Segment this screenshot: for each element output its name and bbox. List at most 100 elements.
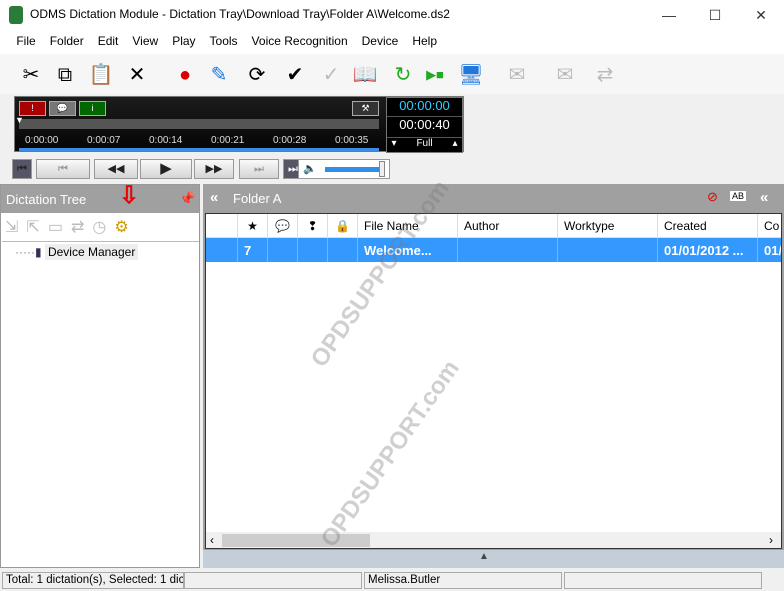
- panel-header: « Folder A ⊘ AB «: [203, 184, 784, 212]
- pending-icon[interactable]: ✓: [316, 60, 346, 90]
- table-cell[interactable]: Welcome...: [358, 238, 458, 262]
- volume-icon: 🔈: [303, 163, 317, 175]
- convert-icon[interactable]: ⟳: [242, 60, 272, 90]
- timeline-tick-label: 0:00:07: [87, 135, 121, 146]
- speed-up-button[interactable]: ▴: [448, 138, 462, 152]
- maximize-button[interactable]: ☐: [692, 0, 738, 30]
- column-header[interactable]: Worktype: [558, 214, 658, 238]
- menu-voice-recognition[interactable]: Voice Recognition: [245, 30, 355, 52]
- email-icon[interactable]: ✉: [502, 60, 532, 90]
- copy-icon[interactable]: ⧉: [50, 60, 80, 90]
- panel-header: Dictation Tree 📌: [1, 185, 199, 213]
- table-cell[interactable]: [328, 238, 358, 262]
- menu-help[interactable]: Help: [405, 30, 444, 52]
- speed-value: Full: [416, 138, 433, 149]
- timeline-tick-label: 0:00:35: [335, 135, 369, 146]
- next-button[interactable]: ⏭: [239, 159, 279, 179]
- record-icon[interactable]: ●: [170, 60, 200, 90]
- autotext-off-icon[interactable]: AB: [730, 191, 747, 201]
- column-header[interactable]: [206, 214, 238, 238]
- collapse-left-icon[interactable]: «: [210, 189, 218, 206]
- comment-icon[interactable]: 💬: [49, 101, 76, 116]
- delete-icon[interactable]: ✕: [122, 60, 152, 90]
- app-icon: [9, 6, 23, 24]
- clock-icon[interactable]: ◷: [92, 219, 114, 236]
- column-header[interactable]: ❢: [298, 214, 328, 238]
- splitter-bar[interactable]: ▲: [203, 550, 784, 568]
- play-button[interactable]: ▶: [140, 159, 192, 179]
- scroll-left-icon[interactable]: ‹: [210, 533, 214, 547]
- paste-icon[interactable]: 📋: [86, 60, 116, 90]
- table-cell[interactable]: [458, 238, 558, 262]
- volume-control: 🔈: [298, 159, 390, 179]
- table-cell[interactable]: [558, 238, 658, 262]
- table-cell[interactable]: 01/01/2012 ...: [658, 238, 758, 262]
- priority-icon[interactable]: !: [19, 101, 46, 116]
- device-icon[interactable]: ▭: [48, 219, 71, 236]
- menu-play[interactable]: Play: [165, 30, 202, 52]
- table-cell[interactable]: 7: [238, 238, 268, 262]
- timeline-tick-label: 0:00:28: [273, 135, 307, 146]
- table-cell[interactable]: [206, 238, 238, 262]
- device-icon: ▮: [34, 245, 42, 259]
- status-bar: Total: 1 dictation(s), Selected: 1 dic M…: [0, 570, 784, 591]
- menu-tools[interactable]: Tools: [203, 30, 245, 52]
- scroll-thumb[interactable]: [222, 534, 370, 547]
- position-slider[interactable]: [19, 119, 379, 129]
- fast-forward-button[interactable]: ▶▶: [194, 159, 234, 179]
- upload-icon[interactable]: ⇱: [26, 219, 47, 236]
- column-header[interactable]: Author: [458, 214, 558, 238]
- sd-msd-icon[interactable]: ⇄: [71, 219, 92, 236]
- refresh-icon[interactable]: ↻: [388, 60, 418, 90]
- info-icon[interactable]: i: [79, 101, 106, 116]
- volume-slider[interactable]: [325, 167, 383, 172]
- sync-icon[interactable]: ⇄: [590, 60, 620, 90]
- table-cell[interactable]: [298, 238, 328, 262]
- column-header[interactable]: 🔒: [328, 214, 358, 238]
- previous-button[interactable]: ⏮: [36, 159, 90, 179]
- rewind-button[interactable]: ◀◀: [94, 159, 138, 179]
- column-header[interactable]: 💬: [268, 214, 298, 238]
- table-cell[interactable]: [268, 238, 298, 262]
- collapse-right-icon[interactable]: «: [760, 189, 768, 206]
- title-bar: ODMS Dictation Module - Dictation Tray\D…: [0, 0, 784, 30]
- column-header[interactable]: ★: [238, 214, 268, 238]
- start-button[interactable]: ⏮: [12, 159, 32, 179]
- column-header[interactable]: Created: [658, 214, 758, 238]
- panel-title: Folder A: [233, 191, 282, 206]
- total-time: 00:00:40: [399, 117, 450, 132]
- menu-device[interactable]: Device: [355, 30, 406, 52]
- finish-icon[interactable]: ✔: [280, 60, 310, 90]
- scroll-right-icon[interactable]: ›: [769, 533, 773, 547]
- volume-thumb[interactable]: [379, 161, 385, 177]
- menu-view[interactable]: View: [125, 30, 165, 52]
- dictation-tree-panel: Dictation Tree 📌 ⇩ ⇲⇱▭⇄◷⚙ ·····▮ Device …: [0, 182, 200, 568]
- pin-icon[interactable]: 📌: [179, 191, 195, 207]
- horizontal-scrollbar[interactable]: ‹ ›: [206, 532, 781, 548]
- expand-up-icon[interactable]: ▲: [479, 551, 489, 562]
- menu-folder[interactable]: Folder: [43, 30, 91, 52]
- column-header[interactable]: File Name: [358, 214, 458, 238]
- current-time: 00:00:00: [387, 98, 462, 117]
- close-button[interactable]: ✕: [738, 0, 784, 30]
- book-icon[interactable]: 📖: [350, 60, 380, 90]
- filter-off-icon[interactable]: ⊘: [707, 189, 718, 205]
- column-header[interactable]: Co: [758, 214, 781, 238]
- tree-item-device-manager[interactable]: ·····▮ Device Manager: [15, 244, 139, 260]
- ftp-icon[interactable]: ✉: [550, 60, 580, 90]
- settings-wrench-icon[interactable]: ⚒: [352, 101, 379, 116]
- position-marker[interactable]: ▼: [15, 115, 24, 125]
- download-icon[interactable]: ⇲: [5, 219, 26, 236]
- device-settings-icon[interactable]: ⚙: [114, 219, 136, 236]
- minimize-button[interactable]: —: [646, 0, 692, 30]
- tree-item-label: Device Manager: [44, 244, 139, 260]
- menu-edit[interactable]: Edit: [91, 30, 126, 52]
- menu-file[interactable]: File: [9, 30, 42, 52]
- cut-icon[interactable]: ✂: [16, 60, 46, 90]
- speed-down-button[interactable]: ▾: [387, 138, 401, 152]
- table-cell[interactable]: 01/: [758, 238, 781, 262]
- edit-dictation-icon[interactable]: ✎: [204, 60, 234, 90]
- speaker-monitor-icon[interactable]: 🖥: [456, 60, 486, 90]
- play-stop-icon[interactable]: ▶■: [420, 60, 450, 90]
- status-user: Melissa.Butler: [364, 572, 562, 589]
